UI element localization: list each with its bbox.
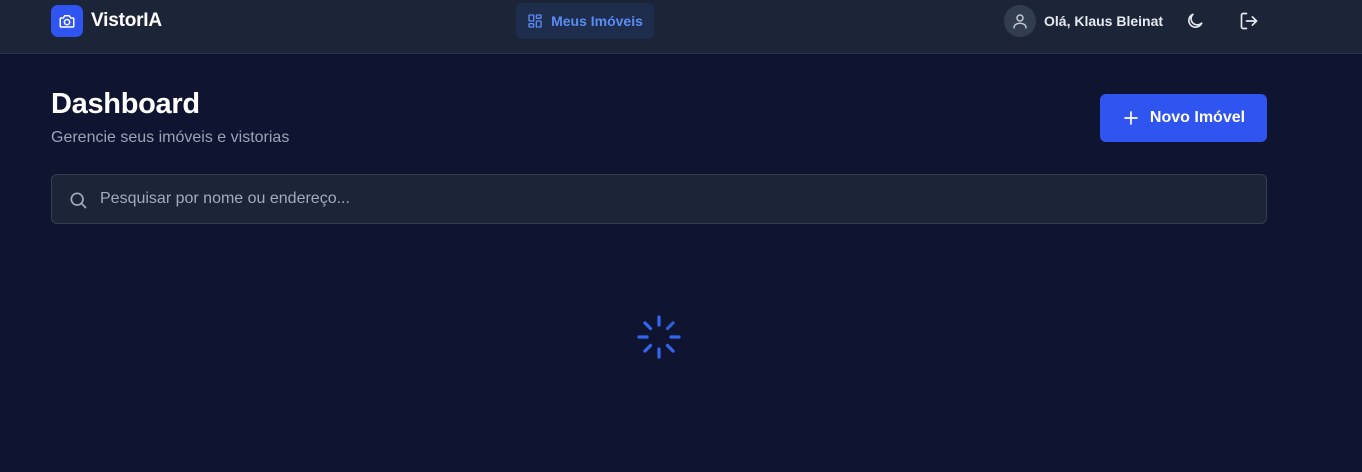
search-input[interactable] (100, 175, 1250, 223)
grid-icon (527, 13, 543, 29)
app-name: VistorIA (91, 10, 162, 31)
page-title: Dashboard (51, 88, 200, 120)
moon-icon (1185, 11, 1205, 31)
theme-toggle-button[interactable] (1184, 10, 1206, 32)
tab-label: Meus Imóveis (551, 13, 643, 29)
logout-icon (1239, 11, 1259, 31)
user-icon (1011, 12, 1029, 30)
page-subtitle: Gerencie seus imóveis e vistorias (51, 129, 290, 146)
tab-meus-imoveis[interactable]: Meus Imóveis (516, 3, 654, 39)
avatar (1004, 5, 1036, 37)
top-navbar: VistorIA Meus Imóveis Olá, Klaus Bleinat (0, 0, 1362, 54)
user-greeting: Olá, Klaus Bleinat (1044, 13, 1164, 29)
logout-button[interactable] (1238, 10, 1260, 32)
loading-spinner (636, 314, 682, 360)
brand[interactable]: VistorIA (51, 5, 162, 37)
new-property-button[interactable]: Novo Imóvel (1100, 94, 1267, 142)
search-icon (68, 190, 88, 210)
camera-icon (51, 5, 83, 37)
new-property-label: Novo Imóvel (1149, 109, 1246, 126)
user-menu[interactable]: Olá, Klaus Bleinat (1004, 5, 1163, 37)
search-box (51, 174, 1267, 224)
plus-icon (1122, 109, 1140, 127)
